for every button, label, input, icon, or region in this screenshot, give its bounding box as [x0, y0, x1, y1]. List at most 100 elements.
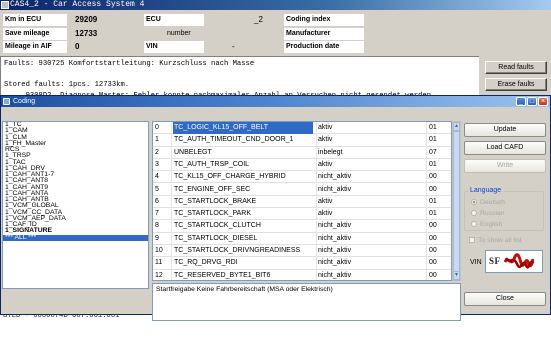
table-row[interactable]: 6 TC_STARTLOCK_BRAKE aktiv 01 [153, 195, 451, 209]
show-all-label: To show all list [478, 237, 522, 244]
column-divider [316, 257, 317, 270]
write-button[interactable]: Write [464, 159, 546, 173]
language-radio-english[interactable]: English [471, 221, 502, 229]
aif-value: 0 [75, 42, 80, 51]
table-row[interactable]: 12 TC_RESERVED_BYTE1_BIT6 nicht_aktiv 00 [153, 269, 451, 280]
column-divider [426, 232, 427, 245]
scroll-down-icon[interactable]: ▼ [453, 271, 460, 280]
redaction-scribble-icon [504, 253, 534, 269]
vin-main-value: - [232, 42, 235, 51]
show-all-checkbox[interactable]: To show all list [469, 237, 522, 245]
main-title-bar: CAS4_2 - Car Access System 4 [0, 0, 551, 10]
production-date-label: Production date [284, 41, 364, 53]
read-faults-button[interactable]: Read faults [485, 61, 547, 74]
row-value: 00 [429, 173, 437, 181]
radio-icon [471, 199, 477, 205]
row-value: 01 [429, 160, 437, 168]
row-parameter: TC_STARTLOCK_PARK [174, 210, 252, 218]
vin-main-label: VIN [144, 41, 204, 53]
coding-group-item[interactable]: *** ALL *** [3, 234, 148, 241]
column-divider [171, 122, 172, 134]
table-row[interactable]: 4 TC_KL15_OFF_CHARGE_HYBRID nicht_aktiv 00 [153, 171, 451, 184]
row-state: aktiv [318, 160, 333, 168]
coding-dialog: Coding _ □ × 1_TC 1_CAM 1_CLM 1_FH_Master RC… [0, 95, 551, 321]
table-row[interactable]: 11 TC_RQ_DRVG_RDI nicht_aktiv 00 [153, 257, 451, 270]
row-state: nicht_aktiv [318, 173, 352, 181]
app-icon [1, 1, 9, 9]
row-index: 2 [155, 148, 159, 156]
column-divider [316, 158, 317, 171]
row-state: aktiv [318, 210, 333, 218]
table-row[interactable]: 10 TC_STARTLOCK_DRIVNGREADINESS nicht_akti… [153, 245, 451, 258]
column-divider [171, 208, 172, 221]
radio-label: English [480, 221, 503, 228]
scroll-thumb[interactable] [453, 131, 460, 281]
row-index: 6 [155, 197, 159, 205]
row-value: 01 [429, 136, 437, 144]
radio-label: Deutsch [480, 199, 505, 206]
column-divider [316, 232, 317, 245]
row-index: 8 [155, 222, 159, 230]
coding-index-label: Coding index [284, 14, 364, 26]
erase-faults-button[interactable]: Erase faults [485, 78, 547, 91]
row-value: 07 [429, 148, 437, 156]
checkbox-icon [469, 237, 475, 243]
column-divider [426, 208, 427, 221]
coding-group-list[interactable]: 1_TC 1_CAM 1_CLM 1_FH_Master RCS 1_TRSP 1_TAC 1… [2, 121, 149, 289]
table-scrollbar[interactable]: ▲ ▼ [452, 121, 461, 281]
minimize-icon[interactable]: _ [516, 97, 526, 106]
column-divider [316, 146, 317, 159]
update-button[interactable]: Update [464, 123, 546, 137]
dialog-vin-label: VIN [470, 259, 482, 266]
column-divider [426, 183, 427, 196]
table-row[interactable]: 0 TC_LOGIC_KL15_OFF_BELT aktiv 01 [153, 122, 451, 135]
row-state: aktiv [318, 197, 333, 205]
table-row[interactable]: 8 TC_STARTLOCK_CLUTCH nicht_aktiv 00 [153, 220, 451, 233]
table-row[interactable]: 3 TC_AUTH_TRSP_COIL aktiv 01 [153, 158, 451, 172]
column-divider [171, 232, 172, 245]
row-index: 4 [155, 173, 159, 181]
column-divider [426, 220, 427, 233]
row-value: 01 [429, 210, 437, 218]
row-state: aktiv [318, 136, 333, 144]
column-divider [426, 171, 427, 184]
row-index: 11 [155, 259, 163, 267]
column-divider [171, 158, 172, 171]
coding-table[interactable]: 0 TC_LOGIC_KL15_OFF_BELT aktiv 01 1 TC_AUTH_T… [152, 121, 452, 281]
row-value: 00 [429, 234, 437, 242]
table-row[interactable]: 7 TC_STARTLOCK_PARK aktiv 01 [153, 208, 451, 221]
dialog-app-icon [3, 98, 10, 105]
table-row[interactable]: 5 TC_ENGINE_OFF_SEC nicht_aktiv 00 [153, 183, 451, 196]
number-label: number [167, 30, 191, 37]
row-value: 01 [429, 197, 437, 205]
column-divider [426, 245, 427, 257]
column-divider [171, 146, 172, 159]
load-cafd-button[interactable]: Load CAFD [464, 141, 546, 155]
table-row[interactable]: 1 TC_AUTH_TIMEOUT_CND_DOOR_1 aktiv 01 [153, 134, 451, 147]
row-value: 00 [429, 222, 437, 230]
column-divider [426, 195, 427, 208]
row-value: 00 [429, 259, 437, 267]
scroll-up-icon[interactable]: ▲ [453, 122, 460, 131]
row-index: 0 [155, 124, 159, 131]
column-divider [316, 245, 317, 257]
column-divider [426, 146, 427, 159]
row-parameter: UNBELEGT [174, 148, 212, 156]
save-mileage-label: Save mileage [3, 28, 67, 40]
close-button[interactable]: Close [464, 292, 546, 306]
row-parameter: TC_RQ_DRVG_RDI [174, 259, 238, 267]
row-index: 5 [155, 185, 159, 193]
radio-icon [471, 210, 477, 216]
maximize-icon[interactable]: □ [527, 97, 537, 106]
dialog-title-text: Coding [13, 98, 36, 105]
table-row[interactable]: 9 TC_STARTLOCK_DIESEL nicht_aktiv 00 [153, 232, 451, 245]
column-divider [316, 220, 317, 233]
close-icon[interactable]: × [538, 97, 548, 106]
vin-value: SF [489, 256, 501, 266]
row-index: 7 [155, 210, 159, 218]
language-radio-russian[interactable]: Russian [471, 210, 505, 218]
row-index: 12 [155, 271, 163, 279]
row-value: 00 [429, 247, 437, 254]
table-row[interactable]: 2 UNBELEGT inbelegt 07 [153, 146, 451, 159]
language-radio-deutsch[interactable]: Deutsch [471, 199, 505, 207]
